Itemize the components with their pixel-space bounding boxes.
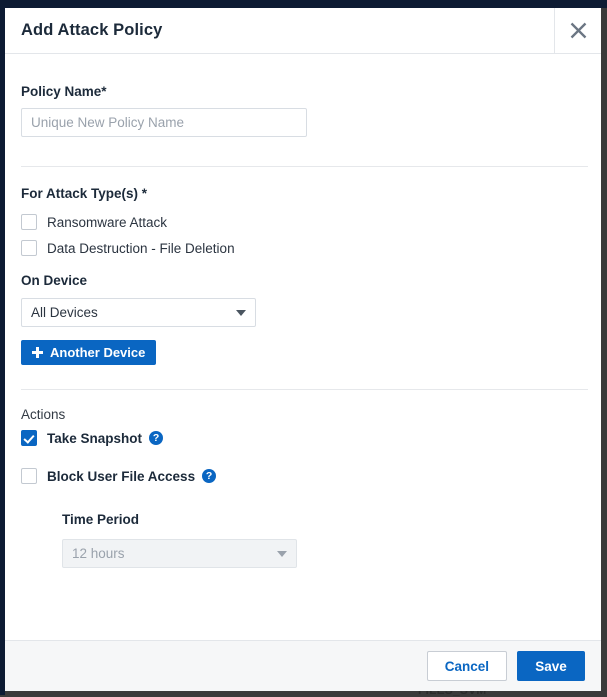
time-period-select-wrap: 12 hours xyxy=(62,539,297,568)
on-device-select-wrap: All Devices xyxy=(21,298,256,327)
actions-label: Actions xyxy=(21,407,585,422)
on-device-label: On Device xyxy=(21,273,585,288)
dialog-title: Add Attack Policy xyxy=(5,8,554,53)
attack-types-label: For Attack Type(s) * xyxy=(21,186,585,201)
chevron-down-icon xyxy=(236,310,246,316)
add-another-device-button[interactable]: Another Device xyxy=(21,340,156,365)
close-button[interactable] xyxy=(554,8,601,53)
time-period-select[interactable]: 12 hours xyxy=(62,539,297,568)
app-topbar xyxy=(0,0,607,8)
close-icon xyxy=(568,20,589,41)
on-device-selected-value: All Devices xyxy=(31,305,98,320)
cancel-button[interactable]: Cancel xyxy=(427,651,507,681)
help-icon-take-snapshot[interactable]: ? xyxy=(149,431,163,445)
attack-type-ransomware[interactable]: Ransomware Attack xyxy=(21,214,585,230)
action-block-user-file-access[interactable]: Block User File Access ? xyxy=(21,468,585,484)
time-period-selected-value: 12 hours xyxy=(72,546,125,561)
on-device-select[interactable]: All Devices xyxy=(21,298,256,327)
checkbox-take-snapshot[interactable] xyxy=(21,430,37,446)
attack-type-data-destruction[interactable]: Data Destruction - File Deletion xyxy=(21,240,585,256)
checkbox-block-user-file-access[interactable] xyxy=(21,468,37,484)
add-another-device-label: Another Device xyxy=(50,345,145,360)
checkbox-label: Ransomware Attack xyxy=(47,215,167,230)
add-attack-policy-dialog: Add Attack Policy Policy Name* For Attac… xyxy=(5,8,601,691)
help-icon-block-user-file-access[interactable]: ? xyxy=(202,469,216,483)
checkbox-label: Take Snapshot xyxy=(47,431,142,446)
policy-name-label: Policy Name* xyxy=(21,84,585,99)
save-button[interactable]: Save xyxy=(517,651,585,681)
action-take-snapshot[interactable]: Take Snapshot ? xyxy=(21,430,585,446)
policy-name-input[interactable] xyxy=(21,108,307,137)
checkbox-ransomware-attack[interactable] xyxy=(21,214,37,230)
dialog-header: Add Attack Policy xyxy=(5,8,601,54)
dialog-body: Policy Name* For Attack Type(s) * Ransom… xyxy=(5,54,601,640)
checkbox-label: Block User File Access xyxy=(47,469,195,484)
chevron-down-icon xyxy=(277,551,287,557)
checkbox-data-destruction-file-deletion[interactable] xyxy=(21,240,37,256)
time-period-label: Time Period xyxy=(62,512,585,527)
checkbox-label: Data Destruction - File Deletion xyxy=(47,241,235,256)
dialog-footer: Cancel Save xyxy=(5,640,601,691)
plus-icon xyxy=(32,347,43,358)
